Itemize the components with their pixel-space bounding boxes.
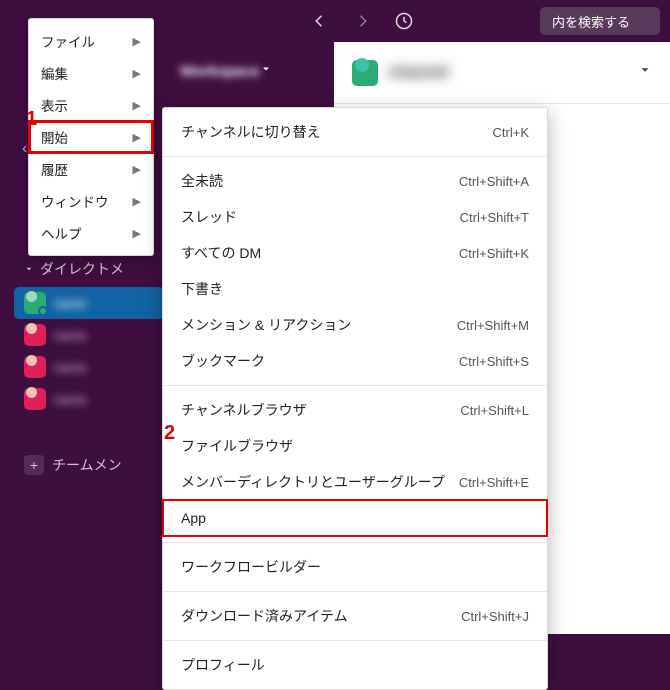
app-menu-item[interactable]: ウィンドウ ▶: [29, 185, 153, 217]
separator: [163, 591, 547, 592]
submenu-shortcut: Ctrl+Shift+E: [459, 475, 529, 490]
submenu-item[interactable]: プロフィール: [163, 647, 547, 683]
submenu-label: ダウンロード済みアイテム: [181, 606, 348, 626]
avatar: [24, 388, 46, 410]
submenu-item[interactable]: メンバーディレクトリとユーザーグループ Ctrl+Shift+E: [163, 464, 547, 500]
avatar: [24, 292, 46, 314]
submenu-label: App: [181, 510, 206, 526]
submenu-item[interactable]: ワークフロービルダー: [163, 549, 547, 585]
sidebar-dm-label: name: [54, 360, 87, 375]
chevron-right-icon: ▶: [133, 195, 141, 208]
app-menu-label: 開始: [41, 127, 68, 147]
submenu-item[interactable]: ブックマーク Ctrl+Shift+S: [163, 343, 547, 379]
submenu-label: チャンネルブラウザ: [181, 400, 307, 420]
separator: [163, 542, 547, 543]
avatar: [24, 356, 46, 378]
app-menu-item[interactable]: ファイル ▶: [29, 25, 153, 57]
chevron-right-icon: ▶: [133, 131, 141, 144]
chevron-right-icon: ▶: [133, 67, 141, 80]
submenu-label: プロフィール: [181, 655, 265, 675]
submenu-label: ファイルブラウザ: [181, 436, 293, 456]
avatar: [352, 60, 378, 86]
app-menu: ファイル ▶ 編集 ▶ 表示 ▶ 開始 ▶ 履歴 ▶ ウィンドウ ▶ ヘルプ ▶: [28, 18, 154, 256]
search-input[interactable]: 内を検索する: [540, 7, 660, 35]
chevron-right-icon: ▶: [133, 227, 141, 240]
submenu-item[interactable]: スレッド Ctrl+Shift+T: [163, 199, 547, 235]
app-menu-item[interactable]: ヘルプ ▶: [29, 217, 153, 249]
nav-back-icon[interactable]: [310, 11, 330, 31]
submenu-label: スレッド: [181, 207, 237, 227]
submenu-item[interactable]: App: [163, 500, 547, 536]
app-menu-label: 履歴: [41, 159, 68, 179]
sidebar-dm-item[interactable]: name: [14, 351, 164, 383]
plus-icon: +: [24, 455, 44, 475]
submenu-shortcut: Ctrl+Shift+L: [460, 403, 529, 418]
sidebar-dm-label: name: [54, 392, 87, 407]
submenu-label: ブックマーク: [181, 351, 265, 371]
collapse-icon[interactable]: ‹: [22, 140, 27, 158]
annotation-2: 2: [164, 422, 175, 445]
submenu-shortcut: Ctrl+K: [493, 125, 529, 140]
submenu-shortcut: Ctrl+Shift+K: [459, 246, 529, 261]
app-menu-label: 編集: [41, 63, 68, 83]
annotation-1: 1: [26, 108, 37, 131]
sidebar-add-member[interactable]: + チームメン: [14, 449, 164, 481]
sidebar-section-label: ダイレクトメ: [40, 259, 124, 279]
submenu-label: メンション & リアクション: [181, 315, 351, 335]
sidebar-dm-item[interactable]: name: [14, 287, 164, 319]
submenu-item[interactable]: チャンネルに切り替え Ctrl+K: [163, 114, 547, 150]
chevron-right-icon: ▶: [133, 35, 141, 48]
app-menu-item[interactable]: 開始 ▶: [29, 121, 153, 153]
submenu-shortcut: Ctrl+Shift+S: [459, 354, 529, 369]
app-menu-label: ヘルプ: [41, 223, 82, 243]
separator: [163, 156, 547, 157]
sidebar-dm-label: name: [54, 328, 87, 343]
submenu-item[interactable]: すべての DM Ctrl+Shift+K: [163, 235, 547, 271]
avatar: [24, 324, 46, 346]
app-menu-label: ファイル: [41, 31, 95, 51]
app-menu-item[interactable]: 編集 ▶: [29, 57, 153, 89]
channel-name[interactable]: channel: [388, 64, 628, 82]
chevron-down-icon[interactable]: [638, 63, 652, 82]
sidebar-dm-label: name: [54, 296, 87, 311]
app-menu-item[interactable]: 表示 ▶: [29, 89, 153, 121]
sidebar-dm-item[interactable]: name: [14, 319, 164, 351]
chevron-right-icon: ▶: [133, 99, 141, 112]
submenu-shortcut: Ctrl+Shift+A: [459, 174, 529, 189]
submenu-item[interactable]: ダウンロード済みアイテム Ctrl+Shift+J: [163, 598, 547, 634]
separator: [163, 640, 547, 641]
submenu-shortcut: Ctrl+Shift+T: [460, 210, 529, 225]
history-icon[interactable]: [394, 11, 414, 31]
start-submenu: チャンネルに切り替え Ctrl+K 全未読 Ctrl+Shift+A スレッド Ctrl+…: [162, 107, 548, 690]
nav-forward-icon[interactable]: [352, 11, 372, 31]
submenu-item[interactable]: ファイルブラウザ: [163, 428, 547, 464]
app-menu-item[interactable]: 履歴 ▶: [29, 153, 153, 185]
submenu-shortcut: Ctrl+Shift+M: [457, 318, 529, 333]
submenu-label: チャンネルに切り替え: [181, 122, 321, 142]
sidebar-add-label: チームメン: [52, 455, 122, 475]
submenu-shortcut: Ctrl+Shift+J: [461, 609, 529, 624]
chevron-right-icon: ▶: [133, 163, 141, 176]
submenu-item[interactable]: 全未読 Ctrl+Shift+A: [163, 163, 547, 199]
chevron-down-icon: [260, 62, 272, 80]
submenu-item[interactable]: 下書き: [163, 271, 547, 307]
submenu-label: 全未読: [181, 171, 223, 191]
workspace-name[interactable]: Workspace: [180, 63, 260, 80]
app-menu-label: 表示: [41, 95, 68, 115]
separator: [163, 385, 547, 386]
submenu-label: ワークフロービルダー: [181, 557, 321, 577]
submenu-label: すべての DM: [181, 243, 261, 263]
status-online-icon: [38, 306, 48, 316]
search-label: 内を検索する: [552, 12, 630, 31]
submenu-item[interactable]: チャンネルブラウザ Ctrl+Shift+L: [163, 392, 547, 428]
submenu-label: 下書き: [181, 279, 223, 299]
submenu-item[interactable]: メンション & リアクション Ctrl+Shift+M: [163, 307, 547, 343]
sidebar-dm-item[interactable]: name: [14, 383, 164, 415]
submenu-label: メンバーディレクトリとユーザーグループ: [181, 472, 445, 492]
app-menu-label: ウィンドウ: [41, 191, 109, 211]
sidebar-section-dm[interactable]: ダイレクトメ: [14, 253, 164, 285]
